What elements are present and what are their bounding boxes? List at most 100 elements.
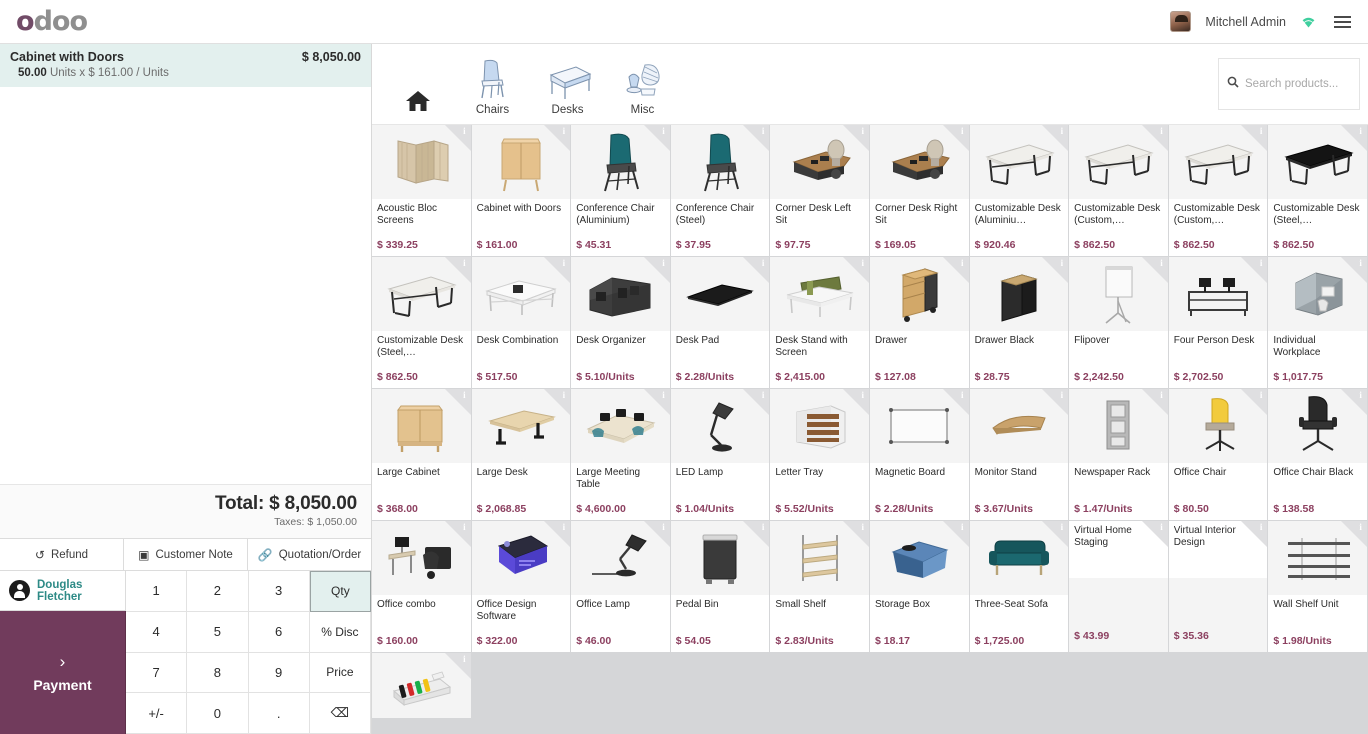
product-info-badge[interactable]: [643, 521, 670, 547]
product-info-badge[interactable]: [1340, 257, 1367, 283]
product-card[interactable]: Monitor Stand $ 3.67/Units i: [969, 389, 1070, 521]
product-info-badge[interactable]: [743, 125, 770, 151]
category-home[interactable]: [380, 48, 455, 120]
product-info-badge[interactable]: [942, 257, 969, 283]
product-grid-scroll[interactable]: Acoustic Bloc Screens $ 339.25 i Cabinet wi…: [372, 125, 1368, 734]
product-card[interactable]: Three-Seat Sofa $ 1,725.00 i: [969, 521, 1070, 653]
numpad-key-2[interactable]: 2: [187, 571, 249, 612]
product-card[interactable]: Large Cabinet $ 368.00 i: [372, 389, 472, 521]
product-info-badge[interactable]: [1042, 521, 1069, 547]
odoo-logo[interactable]: odoo: [16, 6, 88, 37]
numpad-key-decimal[interactable]: .: [248, 693, 310, 734]
product-card[interactable]: LED Lamp $ 1.04/Units i: [670, 389, 771, 521]
product-card[interactable]: Small Shelf $ 2.83/Units i: [770, 521, 870, 653]
product-card[interactable]: Corner Desk Right Sit $ 169.05 i: [869, 125, 970, 257]
product-info-badge[interactable]: [942, 389, 969, 415]
product-info-badge[interactable]: [1241, 125, 1268, 151]
product-card[interactable]: Acoustic Bloc Screens $ 339.25 i: [372, 125, 472, 257]
product-card[interactable]: Customizable Desk (Steel,… $ 862.50 i: [372, 257, 472, 389]
product-info-badge[interactable]: [1340, 521, 1367, 547]
product-card[interactable]: Desk Combination $ 517.50 i: [471, 257, 572, 389]
numpad-mode-qty[interactable]: Qty: [309, 571, 371, 612]
product-info-badge[interactable]: [643, 125, 670, 151]
numpad-key-7[interactable]: 7: [126, 652, 188, 694]
product-card[interactable]: Office Chair $ 80.50 i: [1168, 389, 1269, 521]
product-card[interactable]: Desk Pad $ 2.28/Units i: [670, 257, 771, 389]
product-card[interactable]: Drawer $ 127.08 i: [869, 257, 970, 389]
product-info-badge[interactable]: [444, 389, 471, 415]
product-card[interactable]: Individual Workplace $ 1,017.75 i: [1268, 257, 1368, 389]
product-card[interactable]: Customizable Desk (Custom,… $ 862.50 i: [1168, 125, 1269, 257]
product-card[interactable]: Virtual Home Staging $ 43.99 i: [1069, 521, 1169, 653]
product-card[interactable]: Desk Organizer $ 5.10/Units i: [571, 257, 671, 389]
product-card[interactable]: Large Desk $ 2,068.85 i: [471, 389, 572, 521]
product-info-badge[interactable]: [444, 653, 471, 679]
product-card[interactable]: Letter Tray $ 5.52/Units i: [770, 389, 870, 521]
product-card[interactable]: Storage Box $ 18.17 i: [869, 521, 970, 653]
product-card[interactable]: Conference Chair (Aluminium) $ 45.31 i: [571, 125, 671, 257]
product-info-badge[interactable]: [1141, 257, 1168, 283]
product-info-badge[interactable]: [743, 257, 770, 283]
product-card[interactable]: Office Lamp $ 46.00 i: [571, 521, 671, 653]
product-card[interactable]: Magnetic Board $ 2.28/Units i: [869, 389, 970, 521]
numpad-key-6[interactable]: 6: [248, 611, 310, 653]
product-info-badge[interactable]: [1141, 389, 1168, 415]
numpad-key-4[interactable]: 4: [126, 611, 188, 653]
product-info-badge[interactable]: [942, 125, 969, 151]
numpad-key-1[interactable]: 1: [126, 571, 188, 612]
product-card[interactable]: Four Person Desk $ 2,702.50 i: [1168, 257, 1269, 389]
product-info-badge[interactable]: [1141, 125, 1168, 151]
product-info-badge[interactable]: [842, 521, 869, 547]
product-info-badge[interactable]: [444, 521, 471, 547]
product-info-badge[interactable]: [544, 125, 571, 151]
quotation-order-button[interactable]: 🔗 Quotation/Order: [248, 539, 371, 570]
product-card[interactable]: Customizable Desk (Custom,… $ 862.50 i: [1069, 125, 1169, 257]
product-info-badge[interactable]: [444, 125, 471, 151]
product-info-badge[interactable]: [842, 125, 869, 151]
product-info-badge[interactable]: [544, 389, 571, 415]
product-info-badge[interactable]: [842, 389, 869, 415]
user-name[interactable]: Mitchell Admin: [1205, 15, 1286, 29]
product-card[interactable]: Wall Shelf Unit $ 1.98/Units i: [1268, 521, 1368, 653]
product-info-badge[interactable]: [842, 257, 869, 283]
product-card[interactable]: Corner Desk Left Sit $ 97.75 i: [770, 125, 870, 257]
category-chairs[interactable]: Chairs: [455, 48, 530, 120]
product-info-badge[interactable]: [1340, 125, 1367, 151]
numpad-mode-discount[interactable]: % Disc: [309, 611, 371, 653]
product-info-badge[interactable]: [1241, 389, 1268, 415]
search-box[interactable]: [1218, 58, 1360, 110]
product-info-badge[interactable]: [1141, 521, 1168, 547]
product-card[interactable]: Large Meeting Table $ 4,600.00 i: [571, 389, 671, 521]
customer-button[interactable]: Douglas Fletcher: [0, 571, 126, 611]
product-info-badge[interactable]: [1241, 257, 1268, 283]
numpad-backspace-icon[interactable]: ⌫: [309, 693, 371, 734]
product-info-badge[interactable]: [1241, 521, 1268, 547]
product-info-badge[interactable]: [643, 389, 670, 415]
product-card[interactable]: i: [372, 653, 472, 719]
numpad-key-5[interactable]: 5: [187, 611, 249, 653]
product-card[interactable]: Customizable Desk (Steel,… $ 862.50 i: [1268, 125, 1368, 257]
hamburger-menu-icon[interactable]: [1331, 13, 1354, 31]
product-card[interactable]: Cabinet with Doors $ 161.00 i: [471, 125, 572, 257]
product-info-badge[interactable]: [942, 521, 969, 547]
avatar[interactable]: [1170, 11, 1192, 32]
product-card[interactable]: Pedal Bin $ 54.05 i: [670, 521, 771, 653]
customer-note-button[interactable]: ▣ Customer Note: [124, 539, 248, 570]
product-card[interactable]: Office Chair Black $ 138.58 i: [1268, 389, 1368, 521]
category-desks[interactable]: Desks: [530, 48, 605, 120]
product-card[interactable]: Virtual Interior Design $ 35.36 i: [1168, 521, 1269, 653]
product-info-badge[interactable]: [444, 257, 471, 283]
numpad-key-9[interactable]: 9: [248, 652, 310, 694]
payment-button[interactable]: › Payment: [0, 611, 126, 734]
numpad-mode-price[interactable]: Price: [309, 652, 371, 694]
product-info-badge[interactable]: [544, 521, 571, 547]
product-info-badge[interactable]: [1042, 389, 1069, 415]
product-info-badge[interactable]: [544, 257, 571, 283]
product-info-badge[interactable]: [743, 389, 770, 415]
product-info-badge[interactable]: [1042, 125, 1069, 151]
product-info-badge[interactable]: [643, 257, 670, 283]
numpad-key-plusminus[interactable]: +/-: [126, 693, 188, 734]
product-card[interactable]: Desk Stand with Screen $ 2,415.00 i: [770, 257, 870, 389]
wifi-icon[interactable]: [1300, 15, 1317, 28]
product-card[interactable]: Newspaper Rack $ 1.47/Units i: [1069, 389, 1169, 521]
